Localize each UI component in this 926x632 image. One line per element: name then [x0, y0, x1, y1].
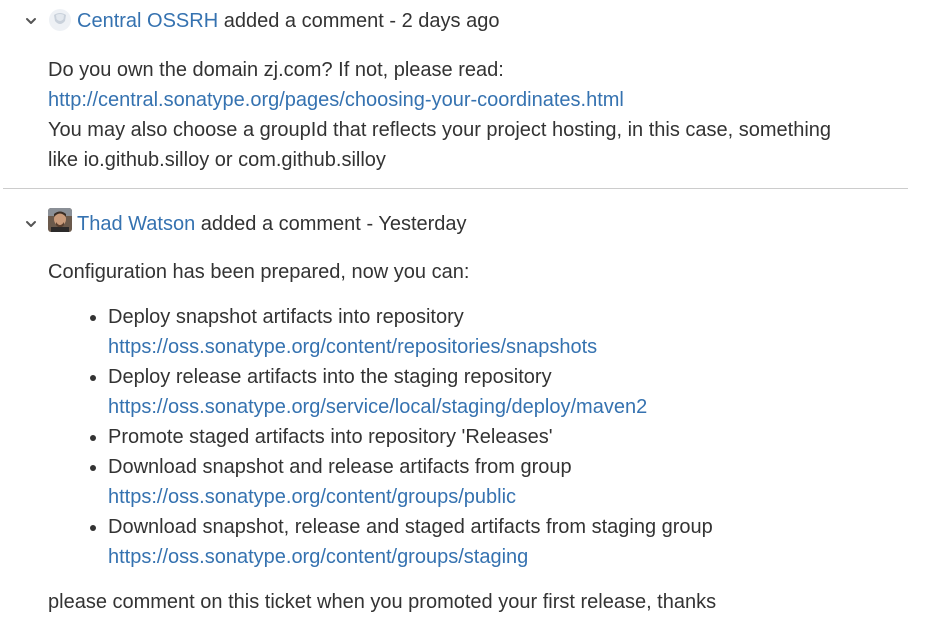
- comment-text: Configuration has been prepared, now you…: [48, 261, 470, 283]
- comment-action: added a comment: [223, 10, 384, 32]
- list-item-text: Download snapshot, release and staged ar…: [108, 516, 713, 538]
- author-link[interactable]: Central OSSRH: [77, 10, 218, 32]
- comment-action: added a comment: [200, 213, 361, 235]
- author-link[interactable]: Thad Watson: [77, 213, 195, 235]
- comment-time[interactable]: Yesterday: [378, 213, 466, 235]
- comment-text: like io.github.silloy or com.github.sill…: [48, 149, 386, 171]
- comment-time[interactable]: 2 days ago: [402, 10, 500, 32]
- list-item-text: Deploy snapshot artifacts into repositor…: [108, 306, 464, 328]
- chevron-down-icon[interactable]: [24, 14, 38, 28]
- coordinates-link[interactable]: http://central.sonatype.org/pages/choosi…: [48, 85, 906, 115]
- comment-text: You may also choose a groupId that refle…: [48, 119, 832, 141]
- list-item-text: Download snapshot and release artifacts …: [108, 456, 572, 478]
- comment-intro: Configuration has been prepared, now you…: [48, 257, 906, 287]
- comment-outro: please comment on this ticket when you p…: [48, 587, 906, 617]
- user-photo-avatar[interactable]: [48, 208, 72, 232]
- default-avatar-icon[interactable]: [48, 8, 72, 32]
- list-item: Download snapshot, release and staged ar…: [90, 512, 713, 572]
- snapshots-repo-link[interactable]: https://oss.sonatype.org/content/reposit…: [108, 332, 713, 362]
- header-separator: -: [366, 213, 374, 235]
- list-item: Promote staged artifacts into repository…: [90, 422, 713, 452]
- comment-text: please comment on this ticket when you p…: [48, 591, 717, 613]
- list-item: Deploy snapshot artifacts into repositor…: [90, 302, 713, 362]
- chevron-down-icon[interactable]: [24, 217, 38, 231]
- comment-header: Central OSSRH added a comment - 2 days a…: [77, 8, 499, 34]
- comment-header: Thad Watson added a comment - Yesterday: [77, 211, 467, 237]
- comment-body: Do you own the domain zj.com? If not, pl…: [48, 55, 906, 175]
- instruction-list: Deploy snapshot artifacts into repositor…: [90, 302, 713, 572]
- list-item: Download snapshot and release artifacts …: [90, 452, 713, 512]
- list-item: Deploy release artifacts into the stagin…: [90, 362, 713, 422]
- staging-group-link[interactable]: https://oss.sonatype.org/content/groups/…: [108, 542, 713, 572]
- comment-divider: [3, 188, 908, 189]
- list-item-text: Deploy release artifacts into the stagin…: [108, 366, 552, 388]
- list-item-text: Promote staged artifacts into repository…: [108, 426, 553, 448]
- header-separator: -: [389, 10, 397, 32]
- staging-deploy-link[interactable]: https://oss.sonatype.org/service/local/s…: [108, 392, 713, 422]
- public-group-link[interactable]: https://oss.sonatype.org/content/groups/…: [108, 482, 713, 512]
- comment-text: Do you own the domain zj.com? If not, pl…: [48, 59, 504, 81]
